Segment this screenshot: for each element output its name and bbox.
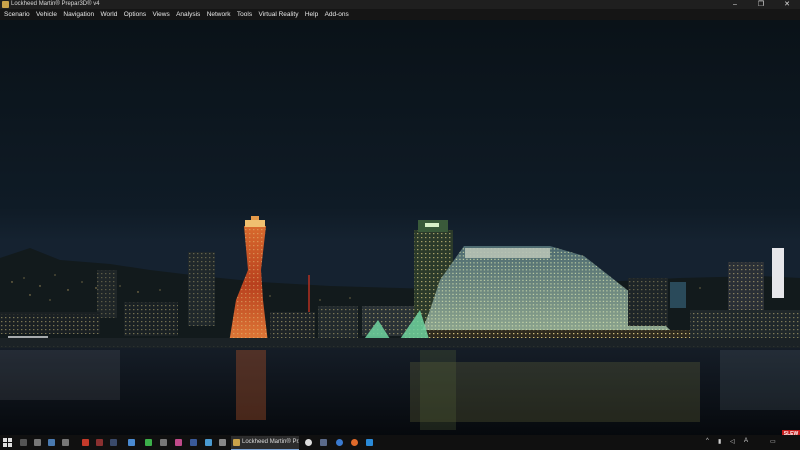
chevron-up-icon[interactable]: ^ [706,438,709,444]
app-icon[interactable] [205,439,212,446]
taskbar: Lockheed Martin® Pr... ^ ▮ ◁ A ▭ [0,435,800,450]
app-icon[interactable] [219,439,226,446]
title-bar: Lockheed Martin® Prepar3D® v4 – ❐ ✕ [0,0,800,9]
menu-tools[interactable]: Tools [234,9,256,20]
app-icon[interactable] [62,439,69,446]
app-icon[interactable] [145,439,152,446]
app-icon[interactable] [336,439,343,446]
app-icon[interactable] [160,439,167,446]
task-view-icon[interactable] [34,439,41,446]
menu-options[interactable]: Options [121,9,150,20]
menu-network[interactable]: Network [204,9,234,20]
menu-scenario[interactable]: Scenario [0,9,33,20]
menu-bar: Scenario Vehicle Navigation World Options Vie… [0,9,800,20]
app-icon[interactable] [175,439,182,446]
notification-icon[interactable]: ▭ [770,438,776,445]
app-icon[interactable] [110,439,117,446]
prepar3d-app-icon [233,439,240,446]
app-icon[interactable] [82,439,89,446]
close-button[interactable]: ✕ [774,0,800,9]
app-icon[interactable] [96,439,103,446]
search-icon[interactable] [20,439,27,446]
taskbar-app-label: Lockheed Martin® Pr... [242,439,299,445]
taskbar-prepar3d-button[interactable]: Lockheed Martin® Pr... [231,436,299,450]
menu-help[interactable]: Help [302,9,322,20]
menu-views[interactable]: Views [149,9,173,20]
network-icon[interactable]: ▮ [718,438,721,445]
windows-start-icon[interactable] [3,438,12,447]
app-icon[interactable] [190,439,197,446]
app-icon[interactable] [305,439,312,446]
app-icon[interactable] [48,439,55,446]
menu-add-ons[interactable]: Add-ons [321,9,352,20]
simulator-viewport[interactable] [0,20,800,435]
minimize-button[interactable]: – [722,0,748,9]
menu-world[interactable]: World [97,9,120,20]
app-icon[interactable] [128,439,135,446]
menu-vehicle[interactable]: Vehicle [33,9,60,20]
app-icon[interactable] [351,439,358,446]
edge-icon[interactable] [366,439,373,446]
maximize-button[interactable]: ❐ [748,0,774,9]
ime-indicator[interactable]: A [744,438,748,444]
menu-virtual-reality[interactable]: Virtual Reality [255,9,301,20]
volume-icon[interactable]: ◁ [730,438,735,445]
prepar3d-app-icon [2,1,9,8]
menu-analysis[interactable]: Analysis [173,9,204,20]
menu-navigation[interactable]: Navigation [60,9,97,20]
window-title: Lockheed Martin® Prepar3D® v4 [11,1,100,7]
app-icon[interactable] [320,439,327,446]
